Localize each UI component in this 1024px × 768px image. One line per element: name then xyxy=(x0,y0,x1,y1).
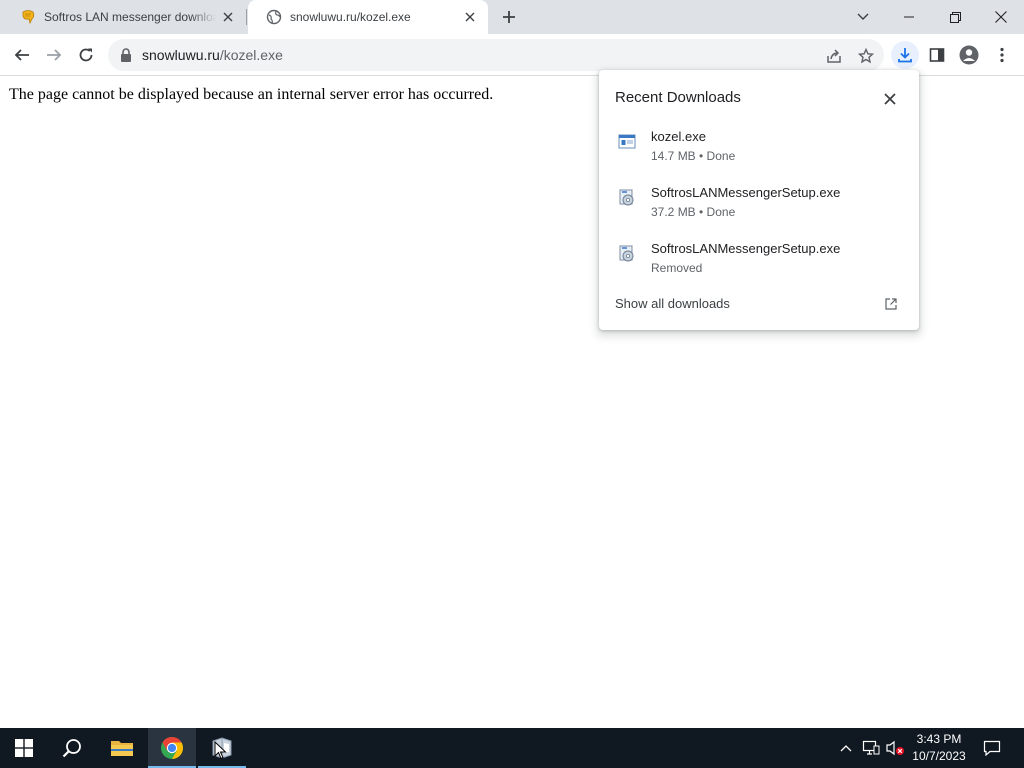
installer-icon xyxy=(618,189,636,207)
network-icon[interactable] xyxy=(860,728,882,768)
clock-date: 10/7/2023 xyxy=(912,749,966,763)
reload-icon xyxy=(79,48,93,62)
new-tab-button[interactable] xyxy=(496,5,522,29)
arrow-left-icon xyxy=(14,49,29,61)
tab-title: Softros LAN messenger downloa xyxy=(44,10,216,24)
kebab-menu-icon xyxy=(1000,47,1004,63)
close-icon[interactable] xyxy=(879,88,901,110)
profile-button[interactable] xyxy=(955,41,983,69)
avatar-icon xyxy=(959,45,979,65)
minimize-button[interactable] xyxy=(886,0,932,34)
clock-time: 3:43 PM xyxy=(916,732,962,746)
forward-button[interactable] xyxy=(40,41,68,69)
mouse-cursor-icon xyxy=(200,728,236,768)
show-all-downloads-link[interactable]: Show all downloads xyxy=(615,296,730,311)
globe-icon xyxy=(266,9,282,25)
downloads-button[interactable] xyxy=(891,41,919,69)
share-icon[interactable] xyxy=(824,46,844,66)
download-item[interactable]: SoftrosLANMessengerSetup.exe 37.2 MB • D… xyxy=(599,185,919,237)
tab-title: snowluwu.ru/kozel.exe xyxy=(290,10,411,24)
address-bar[interactable]: snowluwu.ru/kozel.exe xyxy=(108,39,884,71)
taskbar: 3:43 PM 10/7/2023 xyxy=(0,728,1024,768)
download-filename: SoftrosLANMessengerSetup.exe xyxy=(651,241,841,256)
side-panel-button[interactable] xyxy=(923,41,951,69)
start-button[interactable] xyxy=(0,728,48,768)
windows-logo-icon xyxy=(15,739,33,757)
download-status: 14.7 MB • Done xyxy=(651,149,736,163)
system-clock[interactable]: 3:43 PM 10/7/2023 xyxy=(906,731,972,765)
arrow-right-icon xyxy=(47,49,62,61)
star-icon[interactable] xyxy=(856,46,876,66)
url-text: snowluwu.ru/kozel.exe xyxy=(142,47,283,63)
tab-kozel[interactable]: snowluwu.ru/kozel.exe xyxy=(248,0,488,34)
error-message: The page cannot be displayed because an … xyxy=(9,86,494,103)
restore-icon xyxy=(949,11,961,23)
reload-button[interactable] xyxy=(72,41,100,69)
download-filename: kozel.exe xyxy=(651,129,706,144)
side-panel-icon xyxy=(929,48,945,62)
file-explorer-button[interactable] xyxy=(98,728,146,768)
volume-muted-icon[interactable] xyxy=(884,728,906,768)
close-icon xyxy=(995,11,1007,23)
download-item[interactable]: SoftrosLANMessengerSetup.exe Removed xyxy=(599,241,919,293)
tab-close-icon[interactable] xyxy=(216,5,240,29)
download-status: 37.2 MB • Done xyxy=(651,205,736,219)
download-status: Removed xyxy=(651,261,703,275)
chevron-up-icon xyxy=(840,745,852,752)
notification-icon xyxy=(983,740,1001,756)
close-window-button[interactable] xyxy=(978,0,1024,34)
url-host: snowluwu.ru xyxy=(142,47,220,63)
tab-strip: Softros LAN messenger downloa snowluwu.r… xyxy=(0,0,1024,34)
chrome-icon xyxy=(161,737,183,759)
download-icon xyxy=(898,48,912,63)
tab-separator xyxy=(246,9,247,25)
tab-search-button[interactable] xyxy=(840,0,886,34)
show-hidden-icons-button[interactable] xyxy=(836,728,856,768)
url-path: /kozel.exe xyxy=(219,47,283,63)
open-external-icon[interactable] xyxy=(883,296,899,312)
download-item[interactable]: kozel.exe 14.7 MB • Done xyxy=(599,129,919,181)
plus-icon xyxy=(503,11,515,23)
tab-softros[interactable]: Softros LAN messenger downloa xyxy=(2,0,246,34)
restore-button[interactable] xyxy=(932,0,978,34)
softros-favicon-icon xyxy=(20,9,36,25)
chrome-taskbar-button[interactable] xyxy=(148,728,196,768)
search-button[interactable] xyxy=(48,728,96,768)
folder-icon xyxy=(111,741,133,756)
tab-close-icon[interactable] xyxy=(458,5,482,29)
search-icon xyxy=(62,739,81,758)
lock-icon[interactable] xyxy=(120,48,132,67)
download-filename: SoftrosLANMessengerSetup.exe xyxy=(651,185,841,200)
downloads-panel: Recent Downloads kozel.exe 14.7 MB • Don… xyxy=(599,70,919,330)
installer-icon xyxy=(618,245,636,263)
exe-window-icon xyxy=(618,133,636,151)
minimize-icon xyxy=(904,16,914,18)
chevron-down-icon xyxy=(857,13,869,20)
notifications-button[interactable] xyxy=(978,728,1006,768)
menu-button[interactable] xyxy=(988,41,1016,69)
downloads-panel-title: Recent Downloads xyxy=(615,89,741,106)
back-button[interactable] xyxy=(8,41,36,69)
